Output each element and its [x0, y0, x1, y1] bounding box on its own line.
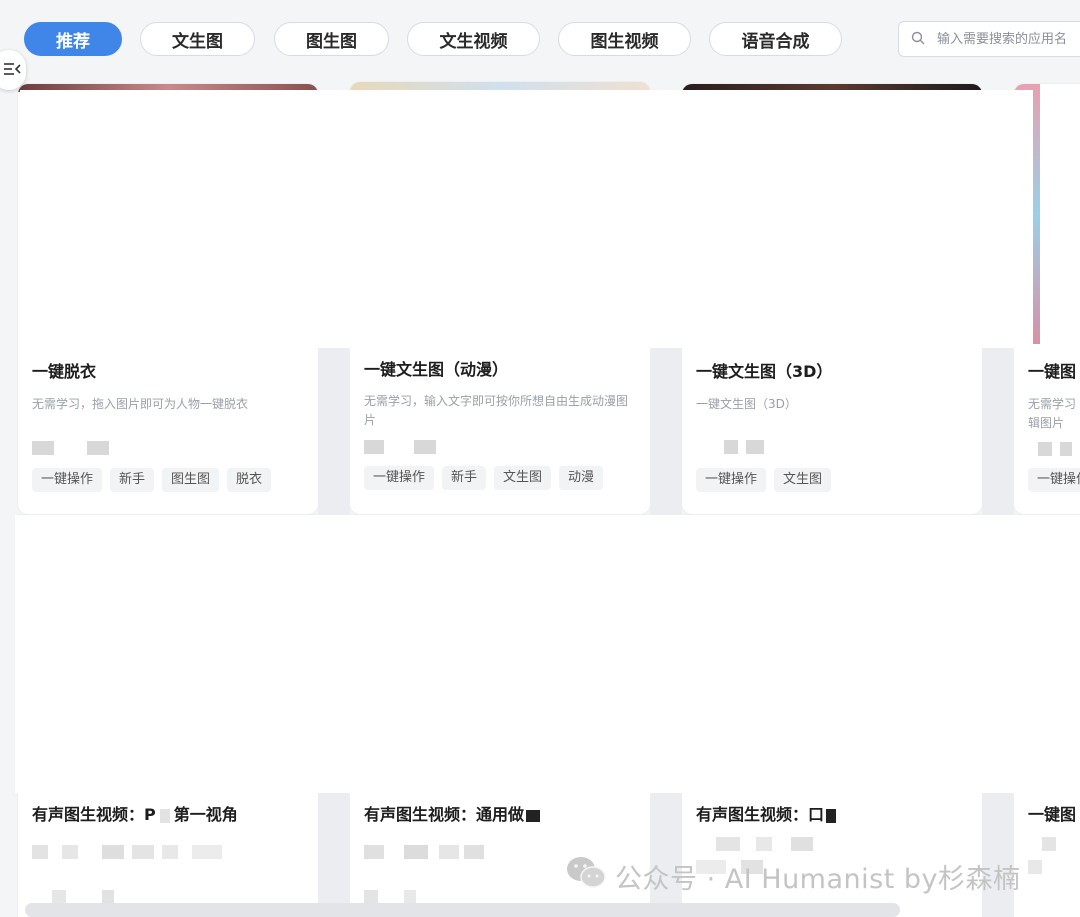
card-title: 一键图: [1028, 805, 1077, 824]
card-author-redacted: [1028, 837, 1080, 851]
tab-recommended[interactable]: 推荐: [24, 22, 122, 56]
watermark-text: 公众号 · AI Humanist by杉森楠: [615, 864, 1021, 895]
card-title: 有声图生视频：P 第一视角: [32, 805, 238, 824]
card-title: 一键文生图（动漫）: [364, 360, 509, 379]
card-author-redacted: [364, 440, 464, 454]
card-title: 有声图生视频：通用做: [364, 801, 541, 825]
horizontal-scrollbar[interactable]: [25, 903, 900, 917]
tab-image-to-video[interactable]: 图生视频: [558, 22, 691, 56]
tag[interactable]: 一键操作: [32, 468, 103, 492]
card-tags: 一键操作 新手 图生图 脱衣: [32, 468, 272, 492]
card-description: 无需学习: [1028, 397, 1077, 411]
column-gap: [318, 792, 350, 917]
search-icon: [911, 30, 925, 49]
card-author-redacted: [32, 441, 132, 455]
image-placeholder: [15, 515, 1080, 793]
card-author-redacted: [696, 837, 896, 851]
card-author-redacted: [32, 890, 132, 904]
card-author-redacted: [364, 845, 564, 859]
card-description: 无需学习，拖入图片即可为人物一键脱衣: [32, 397, 249, 411]
tag[interactable]: 一键操作: [1028, 468, 1080, 492]
card-tags: 一键操作 文生图: [696, 468, 832, 492]
card-tags: 一键操作: [1028, 468, 1080, 492]
filter-bar: 推荐 文生图 图生图 文生视频 图生视频 语音合成: [0, 0, 1080, 80]
tag[interactable]: 文生图: [494, 466, 552, 490]
card-author-redacted: [696, 440, 796, 454]
tag[interactable]: 一键操作: [696, 468, 767, 492]
wechat-icon: [565, 855, 607, 898]
menu-collapse-icon: [3, 61, 21, 80]
card-title: 有声图生视频：口: [696, 801, 837, 825]
watermark: 公众号 · AI Humanist by杉森楠: [565, 855, 1021, 898]
tag[interactable]: 图生图: [162, 468, 220, 492]
card-title: 一键文生图（3D）: [696, 362, 833, 381]
card-description: 无需学习，输入文字即可按你所想自由生成动漫图片: [364, 394, 629, 427]
tag[interactable]: 脱衣: [227, 468, 272, 492]
tab-text-to-video[interactable]: 文生视频: [407, 22, 540, 56]
tab-speech-synthesis[interactable]: 语音合成: [709, 22, 842, 56]
image-placeholder: [20, 90, 1033, 348]
search-input[interactable]: [935, 30, 1080, 48]
search-box[interactable]: [898, 21, 1080, 57]
card-author-redacted: [364, 890, 464, 904]
card-author-redacted: [1028, 860, 1080, 874]
card-thumbnail: [350, 82, 650, 90]
card-author-redacted: [32, 845, 232, 859]
card-title: 一键图: [1028, 362, 1077, 381]
card-description: 一键文生图（3D）: [696, 397, 797, 411]
card-author-redacted: [1028, 442, 1080, 456]
card-title: 一键脱衣: [32, 362, 97, 381]
tag[interactable]: 新手: [442, 466, 487, 490]
tag[interactable]: 动漫: [559, 466, 604, 490]
column-gap: [982, 345, 1014, 515]
tab-text-to-image[interactable]: 文生图: [140, 22, 255, 56]
tag[interactable]: 文生图: [774, 468, 832, 492]
tag[interactable]: 一键操作: [364, 466, 435, 490]
tag[interactable]: 新手: [110, 468, 155, 492]
column-gap: [650, 345, 682, 515]
column-gap: [318, 345, 350, 515]
card-tags: 一键操作 新手 文生图 动漫: [364, 466, 604, 490]
card-description: 辑图片: [1028, 416, 1065, 430]
tab-image-to-image[interactable]: 图生图: [274, 22, 389, 56]
